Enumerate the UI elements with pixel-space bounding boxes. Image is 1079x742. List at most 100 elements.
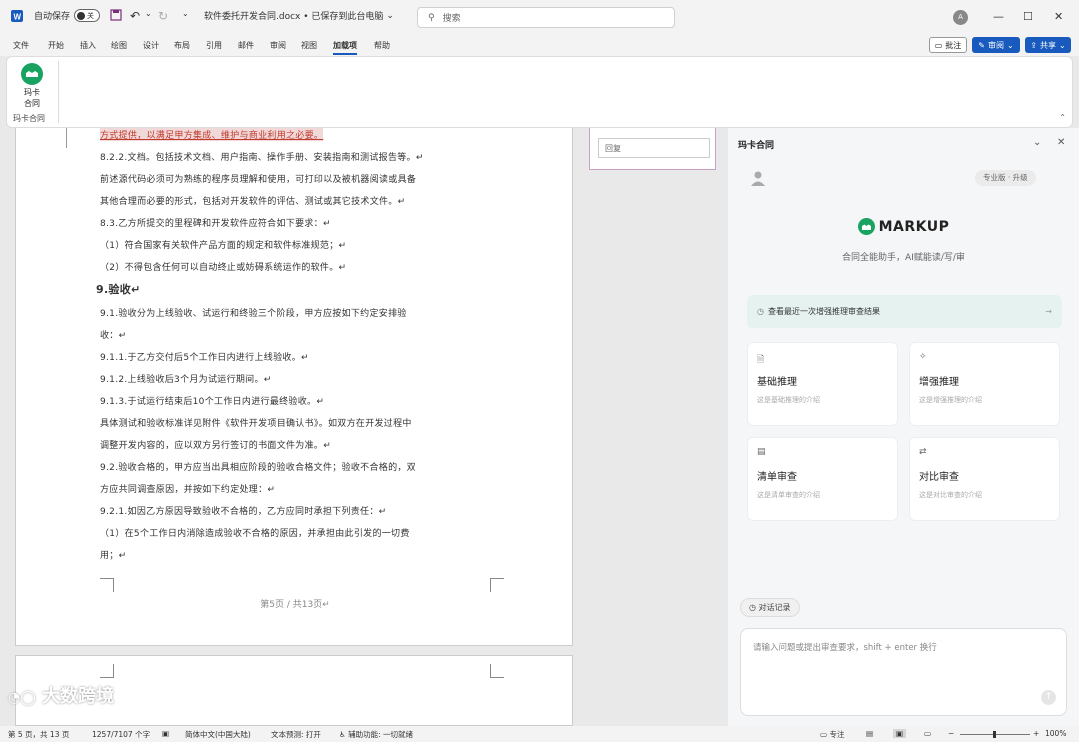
tab-view[interactable]: 视图 [301, 40, 317, 51]
save-icon[interactable] [110, 9, 122, 21]
ribbon: 玛卡 合同 玛卡合同 ⌃ [6, 56, 1073, 128]
redo-icon[interactable]: ↻ [158, 9, 168, 23]
tab-review[interactable]: 审阅 [270, 40, 286, 51]
doc-line: （1）符合国家有关软件产品方面的规定和软件标准规范；↵ [100, 241, 347, 251]
tab-layout[interactable]: 布局 [174, 40, 190, 51]
checklist-icon: ▤ [757, 447, 766, 457]
history-icon: ◷ [749, 603, 756, 612]
pane-title: 玛卡合同 [738, 141, 775, 151]
accessibility-status[interactable]: ♿ 辅助功能: 一切就绪 [339, 729, 413, 740]
focus-mode[interactable]: ▭ 专注 [820, 729, 844, 740]
markup-pane: 玛卡合同 ⌄ ✕ 专业版 · 升级 MARKUP 合同全能助手，AI赋能读/写/… [728, 128, 1079, 726]
undo-dropdown-icon[interactable]: ⌄ [145, 9, 152, 18]
share-button[interactable]: ⇪ 共享 ⌄ [1025, 37, 1071, 53]
tab-addins[interactable]: 加载项 [333, 40, 357, 55]
zoom-in-icon[interactable]: + [1033, 729, 1039, 738]
maximize-icon[interactable]: ☐ [1023, 10, 1033, 23]
document-icon: 🗎 [757, 355, 765, 365]
word-count[interactable]: 1257/7107 个字 [92, 729, 150, 740]
page-count[interactable]: 第 5 页，共 13 页 [8, 729, 69, 740]
tab-references[interactable]: 引用 [206, 40, 222, 51]
comment-icon: ▭ [934, 40, 943, 50]
card-compare-review[interactable]: ⇄ 对比审查 这是对比审查的介绍 [909, 437, 1060, 521]
doc-line: 前述源代码必须可为熟练的程序员理解和使用，可打印以及被机器阅读或具备 [100, 175, 417, 185]
document-title[interactable]: 软件委托开发合同.docx • 已保存到此台电脑 ⌄ [204, 9, 394, 23]
print-layout-icon[interactable]: ▣ [893, 729, 907, 738]
zoom-out-icon[interactable]: − [948, 729, 954, 738]
doc-line: 9.1.2.上线验收后3个月为试运行期间。↵ [100, 375, 272, 385]
arrow-right-icon: → [1045, 307, 1052, 316]
markup-logo-icon [21, 63, 43, 85]
card-enhanced-reasoning[interactable]: ✧ 增强推理 这是增强推理的介绍 [909, 342, 1060, 426]
title-bar: W 自动保存 关 ↶ ⌄ ↻ ⌄ 软件委托开发合同.docx • 已保存到此台电… [0, 0, 1079, 34]
tab-draw[interactable]: 绘图 [111, 40, 127, 51]
markup-brand: MARKUP [728, 218, 1079, 235]
ribbon-tabs: 文件 开始 插入 绘图 设计 布局 引用 邮件 审阅 视图 加载项 帮助 ▭ 批… [0, 34, 1079, 56]
comment-reply-input[interactable]: 回复 [598, 138, 710, 158]
tab-insert[interactable]: 插入 [80, 40, 96, 51]
document-canvas[interactable]: 方式提供，以满足甲方集成、维护与商业利用之必要。 8.2.2.文档。包括技术文档… [0, 128, 727, 726]
user-avatar[interactable]: A [953, 10, 968, 25]
customize-toolbar-icon[interactable]: ⌄ [182, 9, 189, 18]
comments-button[interactable]: ▭ 批注 [929, 37, 967, 53]
comment-card[interactable]: 回复 [589, 128, 716, 170]
editing-mode-button[interactable]: ✎ 审阅 ⌄ [972, 37, 1020, 53]
autosave[interactable]: 自动保存 关 [34, 9, 101, 22]
text-prediction[interactable]: 文本预测: 打开 [271, 729, 321, 740]
card-basic-reasoning[interactable]: 🗎 基础推理 这是基础推理的介绍 [747, 342, 898, 426]
chat-input[interactable]: 请输入问题或提出审查要求，shift + enter 换行 ↑ [740, 628, 1067, 716]
status-bar: 第 5 页，共 13 页 1257/7107 个字 ▣ 简体中文(中国大陆) 文… [0, 726, 1079, 742]
read-mode-icon[interactable]: ▤ [866, 729, 873, 738]
doc-line: （1）在5个工作日内消除造成验收不合格的原因，并承担由此引发的一切费 [100, 529, 410, 539]
zoom-level[interactable]: 100% [1045, 729, 1066, 738]
ribbon-group-label: 玛卡合同 [13, 114, 45, 123]
ribbon-divider [58, 61, 59, 123]
doc-line: 8.2.2.文档。包括技术文档、用户指南、操作手册、安装指南和测试报告等。↵ [100, 153, 424, 163]
markup-addin-button[interactable]: 玛卡 合同 [13, 61, 51, 109]
close-icon[interactable]: ✕ [1054, 10, 1063, 23]
doc-line: 用；↵ [100, 551, 127, 561]
crop-mark [100, 578, 114, 592]
autosave-label: 自动保存 [34, 12, 71, 22]
doc-line: 方式提供，以满足甲方集成、维护与商业利用之必要。 [100, 128, 324, 141]
tab-mailings[interactable]: 邮件 [238, 40, 254, 51]
doc-line: 9.1.1.于乙方交付后5个工作日内进行上线验收。↵ [100, 353, 309, 363]
proofing-icon[interactable]: ▣ [162, 729, 169, 738]
search-input[interactable]: ⚲ 搜索 [417, 7, 675, 28]
doc-line: 9.2.1.如因乙方原因导致验收不合格的，乙方应同时承担下列责任：↵ [100, 507, 387, 517]
tab-help[interactable]: 帮助 [374, 40, 390, 51]
language[interactable]: 简体中文(中国大陆) [185, 729, 251, 740]
undo-icon[interactable]: ↶ [130, 9, 140, 23]
doc-line: （2）不得包含任何可以自动终止或妨碍系统运作的软件。↵ [100, 263, 347, 273]
card-checklist-review[interactable]: ▤ 清单审查 这是清单审查的介绍 [747, 437, 898, 521]
doc-line: 调整开发内容的，应以双方另行签订的书面文件为准。↵ [100, 441, 332, 451]
chat-history-button[interactable]: ◷ 对话记录 [740, 598, 800, 617]
compare-icon: ⇄ [919, 447, 927, 457]
pane-options-icon[interactable]: ⌄ [1033, 137, 1041, 148]
tab-design[interactable]: 设计 [143, 40, 159, 51]
web-layout-icon[interactable]: ▭ [924, 729, 931, 738]
page-footer: 第5页 / 共13页↵ [260, 600, 330, 610]
pane-close-icon[interactable]: ✕ [1057, 137, 1065, 148]
pen-icon: ✎ [978, 40, 985, 50]
collapse-ribbon-icon[interactable]: ⌃ [1059, 113, 1066, 122]
doc-line: 9.2.验收合格的，甲方应当出具相应阶段的验收合格文件；验收不合格的，双 [100, 463, 416, 473]
minimize-icon[interactable]: — [993, 10, 1004, 23]
brand-tagline: 合同全能助手，AI赋能读/写/审 [842, 253, 965, 263]
accessibility-icon: ♿ [339, 730, 346, 739]
document-page[interactable]: 方式提供，以满足甲方集成、维护与商业利用之必要。 8.2.2.文档。包括技术文档… [15, 128, 573, 646]
focus-icon: ▭ [820, 730, 828, 739]
send-icon[interactable]: ↑ [1041, 690, 1056, 705]
recent-review-banner[interactable]: ◷ 查看最近一次增强推理审查结果 → [747, 295, 1062, 328]
tab-file[interactable]: 文件 [13, 40, 29, 51]
watermark: ◔◯ 大数跨境 [8, 686, 115, 707]
user-icon[interactable] [750, 170, 766, 186]
word-logo-icon: W [10, 9, 24, 23]
doc-line: 其他合理而必要的形式，包括对开发软件的评估、测试或其它技术文件。↵ [100, 197, 406, 207]
upgrade-badge[interactable]: 专业版 · 升级 [975, 170, 1036, 186]
tab-home[interactable]: 开始 [48, 40, 64, 51]
autosave-toggle[interactable]: 关 [74, 9, 101, 22]
zoom-slider-thumb[interactable] [993, 731, 996, 738]
history-icon: ◷ [757, 307, 764, 316]
crop-mark [490, 578, 504, 592]
